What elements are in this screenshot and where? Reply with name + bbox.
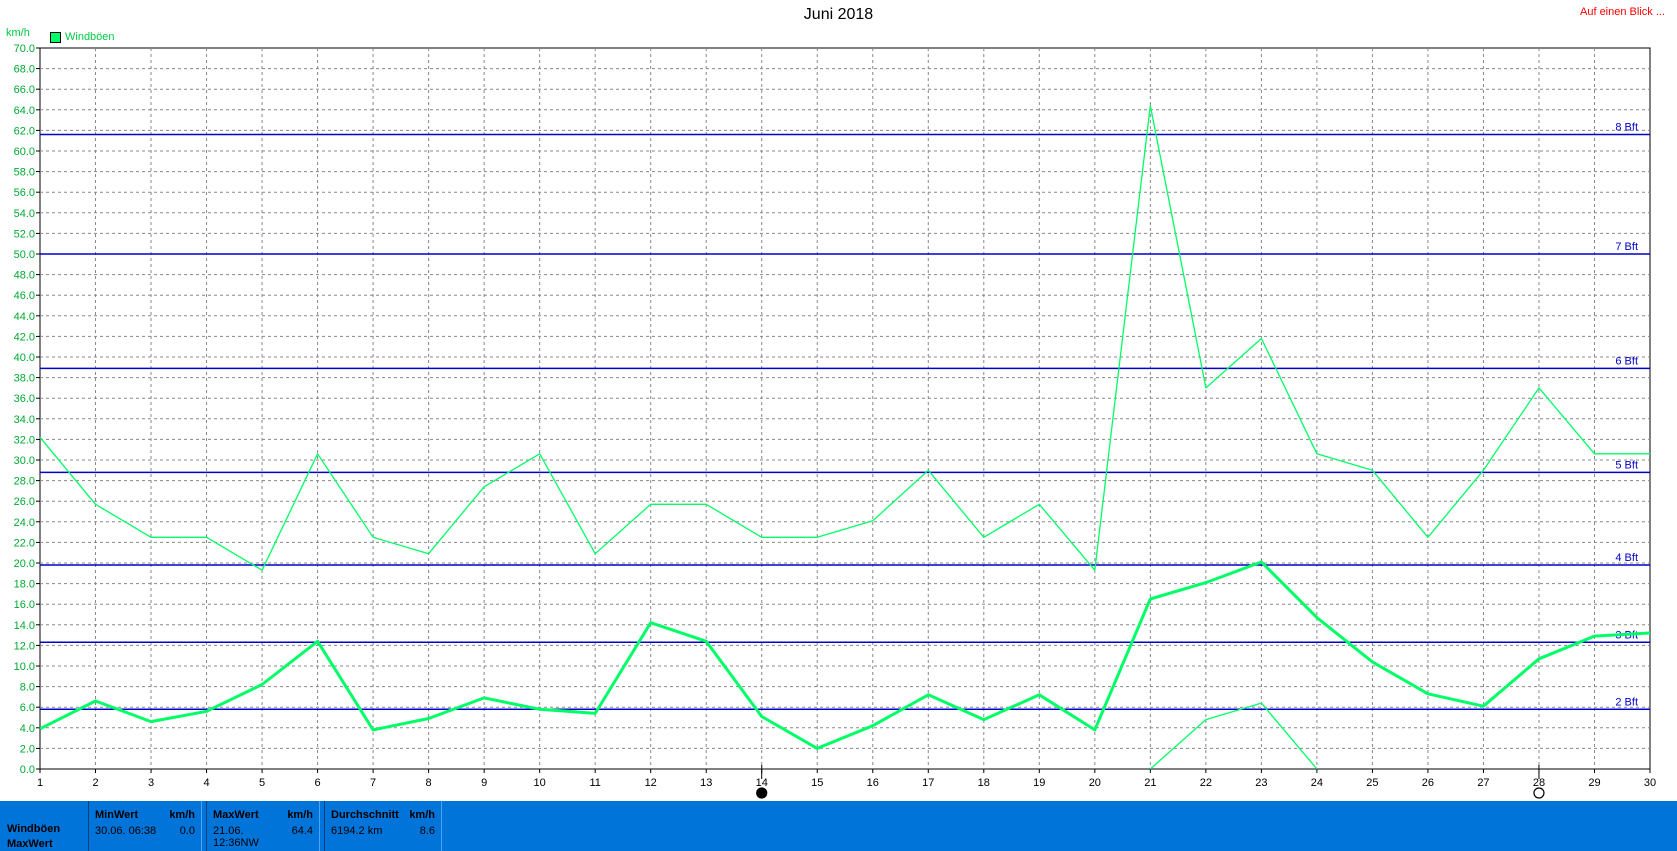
max-value-box: MaxWert km/h 21.06. 12:36NW 64.4 bbox=[206, 801, 320, 851]
y-tick-label: 6.0 bbox=[20, 702, 35, 714]
y-tick-label: 52.0 bbox=[14, 228, 35, 240]
x-tick-label: 6 bbox=[315, 777, 321, 789]
min-time: 30.06. 06:38 bbox=[95, 825, 157, 837]
beaufort-label: 7 Bft bbox=[1615, 241, 1638, 253]
y-tick-label: 56.0 bbox=[14, 187, 35, 199]
y-tick-label: 70.0 bbox=[14, 43, 35, 55]
avg-unit: km/h bbox=[409, 809, 435, 821]
full-moon-icon bbox=[1533, 787, 1545, 799]
y-tick-label: 0.0 bbox=[20, 764, 35, 776]
x-tick-label: 9 bbox=[481, 777, 487, 789]
y-tick-label: 14.0 bbox=[14, 620, 35, 632]
y-tick-label: 20.0 bbox=[14, 558, 35, 570]
y-tick-label: 60.0 bbox=[14, 146, 35, 158]
x-tick-label: 22 bbox=[1200, 777, 1212, 789]
y-tick-label: 38.0 bbox=[14, 373, 35, 385]
y-tick-label: 4.0 bbox=[20, 723, 35, 735]
x-tick-label: 20 bbox=[1089, 777, 1101, 789]
y-tick-label: 30.0 bbox=[14, 455, 35, 467]
max-header: MaxWert bbox=[213, 809, 259, 821]
y-tick-label: 58.0 bbox=[14, 167, 35, 179]
x-tick-label: 24 bbox=[1311, 777, 1323, 789]
max-time: 21.06. 12:36NW bbox=[213, 825, 259, 849]
x-tick-label: 29 bbox=[1588, 777, 1600, 789]
y-tick-label: 16.0 bbox=[14, 599, 35, 611]
beaufort-label: 2 Bft bbox=[1615, 696, 1638, 708]
x-tick-label: 16 bbox=[867, 777, 879, 789]
x-tick-label: 7 bbox=[370, 777, 376, 789]
x-tick-label: 3 bbox=[148, 777, 154, 789]
statistics-bar: Windböen MaxWert MinWert km/h 30.06. 06:3… bbox=[0, 801, 1677, 851]
avg-distance: 6194.2 km bbox=[331, 825, 383, 837]
x-tick-label: 8 bbox=[426, 777, 432, 789]
x-tick-label: 15 bbox=[811, 777, 823, 789]
y-tick-label: 34.0 bbox=[14, 414, 35, 426]
x-tick-label: 4 bbox=[203, 777, 209, 789]
x-tick-label: 18 bbox=[978, 777, 990, 789]
beaufort-label: 6 Bft bbox=[1615, 355, 1638, 367]
x-tick-label: 1 bbox=[37, 777, 43, 789]
min-value: 0.0 bbox=[179, 825, 195, 837]
y-tick-label: 18.0 bbox=[14, 579, 35, 591]
x-tick-label: 13 bbox=[700, 777, 712, 789]
y-tick-label: 44.0 bbox=[14, 311, 35, 323]
y-tick-label: 2.0 bbox=[20, 743, 35, 755]
x-tick-label: 23 bbox=[1255, 777, 1267, 789]
x-tick-label: 10 bbox=[534, 777, 546, 789]
x-tick-label: 25 bbox=[1366, 777, 1378, 789]
y-tick-label: 32.0 bbox=[14, 434, 35, 446]
average-value-box: Durchschnitt km/h 6194.2 km 8.6 bbox=[324, 801, 442, 851]
y-tick-label: 12.0 bbox=[14, 640, 35, 652]
y-tick-label: 68.0 bbox=[14, 64, 35, 76]
y-tick-label: 24.0 bbox=[14, 517, 35, 529]
y-tick-label: 40.0 bbox=[14, 352, 35, 364]
avg-header: Durchschnitt bbox=[331, 809, 399, 821]
y-tick-label: 10.0 bbox=[14, 661, 35, 673]
x-tick-label: 26 bbox=[1422, 777, 1434, 789]
y-tick-label: 62.0 bbox=[14, 125, 35, 137]
x-tick-label: 5 bbox=[259, 777, 265, 789]
stats-row-sublabel: MaxWert bbox=[7, 838, 53, 850]
x-tick-label: 27 bbox=[1477, 777, 1489, 789]
min-unit: km/h bbox=[169, 809, 195, 821]
beaufort-label: 8 Bft bbox=[1615, 122, 1638, 134]
y-tick-label: 8.0 bbox=[20, 682, 35, 694]
x-tick-label: 12 bbox=[645, 777, 657, 789]
y-tick-label: 36.0 bbox=[14, 393, 35, 405]
beaufort-label: 4 Bft bbox=[1615, 552, 1638, 564]
min-header: MinWert bbox=[95, 809, 139, 821]
new-moon-icon bbox=[756, 787, 768, 799]
x-tick-label: 30 bbox=[1644, 777, 1656, 789]
y-tick-label: 26.0 bbox=[14, 496, 35, 508]
y-tick-label: 22.0 bbox=[14, 537, 35, 549]
plot-area bbox=[39, 47, 1651, 770]
y-tick-label: 64.0 bbox=[14, 105, 35, 117]
y-tick-label: 48.0 bbox=[14, 270, 35, 282]
wind-gust-chart: 0.0 2.0 4.0 6.0 8.0 10.0 12.0 14.0 16.0 18.0 20.0 2… bbox=[14, 43, 1656, 799]
y-tick-label: 50.0 bbox=[14, 249, 35, 261]
x-tick-label: 11 bbox=[589, 777, 600, 789]
y-tick-label: 46.0 bbox=[14, 290, 35, 302]
stats-row-label: Windböen bbox=[7, 823, 61, 835]
x-tick-label: 19 bbox=[1033, 777, 1045, 789]
y-tick-label: 66.0 bbox=[14, 84, 35, 96]
x-tick-label: 17 bbox=[922, 777, 934, 789]
beaufort-label: 5 Bft bbox=[1615, 459, 1638, 471]
min-value-box: MinWert km/h 30.06. 06:38 0.0 bbox=[88, 801, 202, 851]
y-tick-label: 28.0 bbox=[14, 476, 35, 488]
avg-value: 8.6 bbox=[419, 825, 435, 837]
y-tick-label: 42.0 bbox=[14, 331, 35, 343]
x-tick-label: 2 bbox=[92, 777, 98, 789]
max-unit: km/h bbox=[287, 809, 313, 821]
max-value: 64.4 bbox=[291, 825, 313, 837]
y-tick-label: 54.0 bbox=[14, 208, 35, 220]
x-tick-label: 21 bbox=[1144, 777, 1156, 789]
